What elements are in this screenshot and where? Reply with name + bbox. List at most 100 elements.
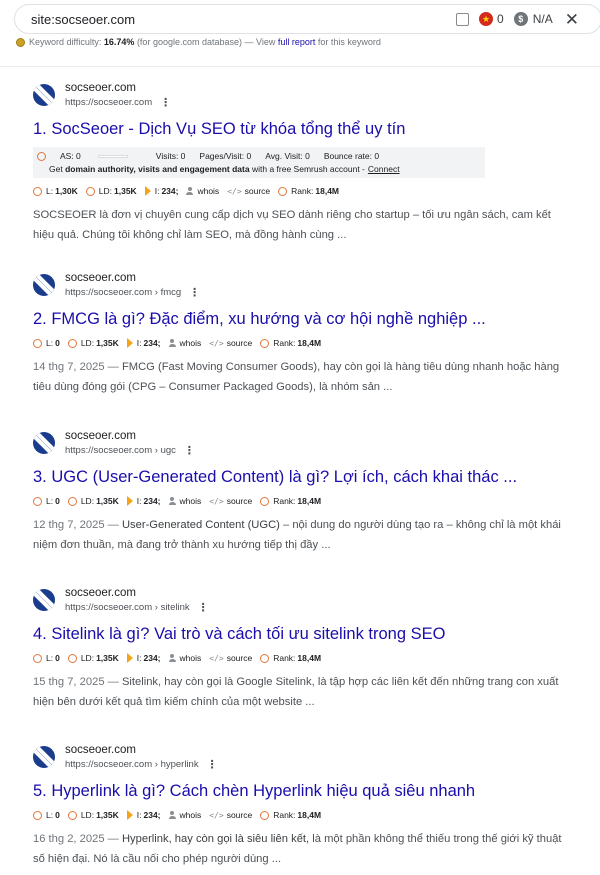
snippet-text: SOCSEOER là đơn vị chuyên cung cấp dịch … bbox=[33, 209, 551, 241]
source-link[interactable]: </> source bbox=[209, 338, 252, 348]
metric-i: 234; bbox=[143, 496, 161, 506]
result-snippet: 16 thg 2, 2025 — Hyperlink, hay còn gọi … bbox=[33, 829, 573, 869]
seo-metrics-bar: L: 1,30K LD: 1,35K I: 234; whois </> sour… bbox=[33, 184, 588, 198]
result-title[interactable]: 2. FMCG là gì? Đặc điểm, xu hướng và cơ … bbox=[33, 308, 588, 330]
result-site-row[interactable]: socseoer.com https://socseoer.com › fmcg… bbox=[33, 268, 588, 302]
result-title[interactable]: 4. Sitelink là gì? Vai trò và cách tối ư… bbox=[33, 623, 588, 645]
user-icon bbox=[186, 187, 194, 195]
as-score: AS: 0 bbox=[60, 151, 81, 161]
result-date: 14 thg 7, 2025 — bbox=[33, 361, 119, 373]
more-options-icon[interactable]: ⋮ bbox=[198, 602, 209, 614]
close-icon[interactable]: ✕ bbox=[565, 11, 579, 28]
source-link[interactable]: </> source bbox=[209, 810, 252, 820]
whois-link[interactable]: whois bbox=[168, 496, 201, 506]
keyword-difficulty-line: Keyword difficulty: 16.74% (for google.c… bbox=[16, 37, 381, 47]
more-options-icon[interactable]: ⋮ bbox=[189, 287, 200, 299]
site-name: socseoer.com bbox=[65, 744, 136, 756]
metric-l: 0 bbox=[55, 810, 60, 820]
site-url: https://socseoer.com › hyperlink bbox=[65, 759, 199, 770]
metric-l: 1,30K bbox=[55, 186, 78, 196]
metric-ld: 1,35K bbox=[96, 810, 119, 820]
whois-link[interactable]: whois bbox=[168, 810, 201, 820]
bing-index-icon bbox=[144, 186, 151, 196]
source-link[interactable]: </> source bbox=[209, 496, 252, 506]
user-icon bbox=[168, 811, 176, 819]
kd-note: (for google.com database) — View bbox=[136, 37, 276, 47]
whois-link[interactable]: whois bbox=[186, 186, 219, 196]
search-result: socseoer.com https://socseoer.com › hype… bbox=[33, 740, 588, 869]
search-input[interactable]: site:socseoer.com bbox=[31, 12, 456, 27]
authority-icon bbox=[37, 151, 46, 161]
linking-domains-icon bbox=[67, 338, 77, 348]
pages-per-visit: Pages/Visit: 0 bbox=[199, 151, 252, 161]
connect-link[interactable]: Connect bbox=[368, 164, 400, 174]
metric-i: 234; bbox=[143, 338, 161, 348]
site-name: socseoer.com bbox=[65, 272, 136, 284]
site-favicon-icon bbox=[33, 274, 55, 296]
result-title[interactable]: 1. SocSeoer - Dịch Vụ SEO từ khóa tổng t… bbox=[33, 118, 588, 140]
links-icon bbox=[33, 810, 42, 820]
metric-i: 234; bbox=[143, 653, 161, 663]
linking-domains-icon bbox=[67, 653, 77, 663]
metric-l: 0 bbox=[55, 338, 60, 348]
result-site-row[interactable]: socseoer.com https://socseoer.com › hype… bbox=[33, 740, 588, 774]
search-result: socseoer.com https://socseoer.com ⋮ 1. So… bbox=[33, 78, 588, 245]
site-favicon-icon bbox=[33, 432, 55, 454]
whois-link[interactable]: whois bbox=[168, 653, 201, 663]
code-icon: </> bbox=[209, 338, 224, 348]
result-site-row[interactable]: socseoer.com https://socseoer.com › ugc ⋮ bbox=[33, 426, 588, 460]
kd-label: Keyword difficulty: bbox=[29, 37, 102, 47]
seo-metrics-bar: L: 0 LD: 1,35K I: 234; whois </> source R… bbox=[33, 336, 588, 350]
result-snippet: 12 thg 7, 2025 — User-Generated Content … bbox=[33, 515, 573, 555]
full-report-link[interactable]: full report bbox=[278, 37, 316, 47]
site-favicon-icon bbox=[33, 84, 55, 106]
result-title[interactable]: 3. UGC (User-Generated Content) là gì? L… bbox=[33, 466, 588, 488]
rank-icon bbox=[260, 338, 270, 348]
linking-domains-icon bbox=[67, 810, 77, 820]
search-result: socseoer.com https://socseoer.com › fmcg… bbox=[33, 268, 588, 397]
more-options-icon[interactable]: ⋮ bbox=[160, 97, 171, 109]
semrush-stats-box: AS: 0 Visits: 0 Pages/Visit: 0 Avg. Visi… bbox=[33, 147, 485, 178]
bing-index-icon bbox=[126, 496, 133, 506]
metric-rank: 18,4M bbox=[315, 186, 339, 196]
semrush-note-bold: domain authority, visits and engagement … bbox=[65, 163, 250, 174]
source-link[interactable]: </> source bbox=[227, 186, 270, 196]
snippet-highlight: Hyperlink, hay còn gọi là siêu liên kết, bbox=[121, 833, 310, 845]
semrush-note-post: with a free Semrush account - bbox=[251, 163, 365, 174]
linking-domains-icon bbox=[67, 496, 77, 506]
source-link[interactable]: </> source bbox=[209, 653, 252, 663]
seo-metrics-bar: L: 0 LD: 1,35K I: 234; whois </> source R… bbox=[33, 494, 588, 508]
result-site-row[interactable]: socseoer.com https://socseoer.com ⋮ bbox=[33, 78, 588, 112]
bing-index-icon bbox=[126, 653, 133, 663]
result-date: 16 thg 2, 2025 — bbox=[33, 833, 119, 845]
semrush-note-pre: Get bbox=[49, 163, 63, 174]
metric-rank: 18,4M bbox=[297, 653, 322, 663]
site-url: https://socseoer.com › ugc bbox=[65, 445, 176, 456]
linking-domains-icon bbox=[85, 186, 95, 196]
code-icon: </> bbox=[209, 810, 224, 820]
site-name: socseoer.com bbox=[65, 430, 136, 442]
result-date: 12 thg 7, 2025 — bbox=[33, 519, 119, 531]
site-url: https://socseoer.com › sitelink bbox=[65, 602, 190, 613]
whois-link[interactable]: whois bbox=[168, 338, 201, 348]
visits: Visits: 0 bbox=[155, 151, 186, 161]
select-checkbox[interactable] bbox=[456, 12, 470, 26]
result-title[interactable]: 5. Hyperlink là gì? Cách chèn Hyperlink … bbox=[33, 780, 588, 802]
site-favicon-icon bbox=[33, 589, 55, 611]
metric-rank: 18,4M bbox=[297, 810, 322, 820]
metric-rank: 18,4M bbox=[297, 496, 322, 506]
rank-icon bbox=[278, 186, 288, 196]
user-icon bbox=[168, 497, 176, 505]
result-date: 15 thg 7, 2025 — bbox=[33, 676, 119, 688]
snippet-highlight: User-Generated Content (UGC) bbox=[121, 519, 280, 531]
metric-l: 0 bbox=[55, 496, 60, 506]
metric-i: 234; bbox=[143, 810, 161, 820]
search-bar[interactable]: site:socseoer.com ★ 0 $ N/A ✕ bbox=[14, 4, 600, 34]
more-options-icon[interactable]: ⋮ bbox=[207, 759, 218, 771]
more-options-icon[interactable]: ⋮ bbox=[184, 445, 195, 457]
dollar-icon: $ bbox=[513, 12, 528, 26]
rank-icon bbox=[260, 653, 270, 663]
result-snippet: SOCSEOER là đơn vị chuyên cung cấp dịch … bbox=[33, 205, 573, 245]
result-site-row[interactable]: socseoer.com https://socseoer.com › site… bbox=[33, 583, 588, 617]
rank-icon bbox=[260, 496, 270, 506]
